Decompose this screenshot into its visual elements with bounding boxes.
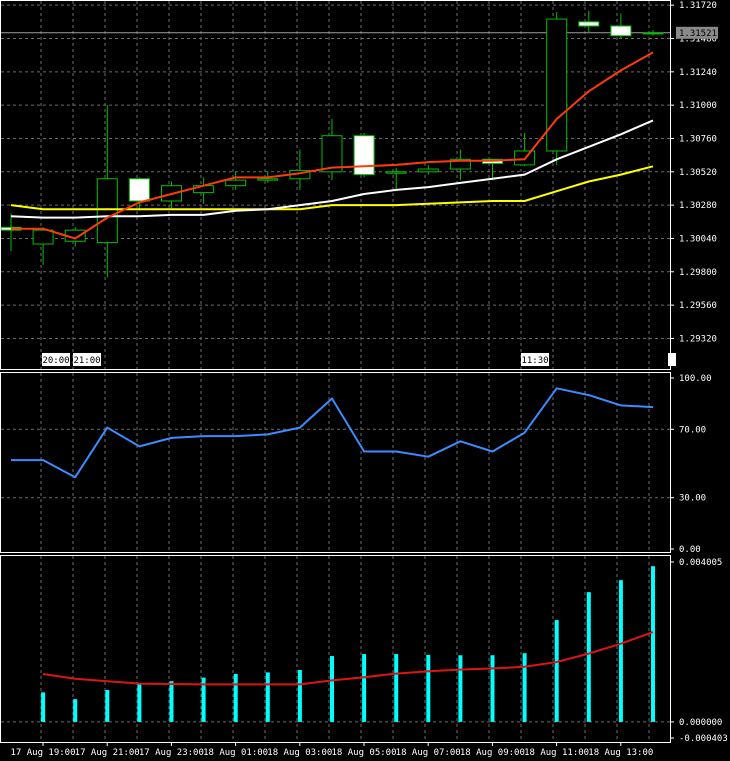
candle-up [225, 179, 247, 187]
time-tick-label: 18 Aug 11:00 [524, 748, 589, 758]
histogram-bar [137, 683, 142, 722]
price-tick-label: 1.29320 [679, 334, 717, 344]
oscillator-tick-label: 100.00 [679, 374, 712, 384]
price-tick-label: 1.31000 [679, 101, 717, 111]
histogram-bar [426, 654, 431, 722]
histogram-tick-label: 0.000000 [679, 718, 722, 728]
time-tick-label: 17 Aug 21:00 [75, 748, 140, 758]
time-tick-label: 17 Aug 23:00 [139, 748, 204, 758]
price-tick-label: 1.30040 [679, 234, 717, 244]
time-tick-label: 18 Aug 05:00 [331, 748, 396, 758]
price-tick-label: 1.29560 [679, 301, 717, 311]
candle-up [417, 168, 439, 173]
time-tick-label: 18 Aug 07:00 [396, 748, 461, 758]
oscillator-tick-label: 0.00 [679, 545, 701, 555]
price-tick-label: 1.30760 [679, 134, 717, 144]
histogram-bar [105, 689, 110, 722]
histogram-bar [169, 681, 174, 722]
time-marker-box [668, 353, 676, 366]
histogram-bar [265, 672, 270, 722]
histogram-bar [522, 653, 527, 722]
candle-up [546, 18, 568, 152]
time-tick-label: 18 Aug 03:00 [267, 748, 332, 758]
candle-up [32, 229, 54, 245]
histogram-bar [362, 654, 367, 722]
time-tick-label: 18 Aug 13:00 [588, 748, 653, 758]
histogram-bar [586, 592, 591, 722]
price-tick-label: 1.31720 [679, 1, 717, 11]
candle-up [385, 171, 407, 174]
price-tick-label: 1.31240 [679, 68, 717, 78]
time-tick-label: 18 Aug 09:00 [460, 748, 525, 758]
histogram-bar [490, 655, 495, 722]
oscillator-tick-label: 70.00 [679, 425, 706, 435]
candle-down [128, 178, 150, 202]
candle-down [353, 135, 375, 176]
candle-up [257, 178, 279, 181]
candle-down [578, 21, 600, 27]
price-tick-label: 1.30280 [679, 201, 717, 211]
histogram-tick-label: -0.000403 [679, 734, 728, 744]
histogram-bar [233, 673, 238, 722]
time-marker-label: 21:00 [73, 356, 100, 366]
candle-up [96, 178, 118, 244]
histogram-tick-label: 0.004005 [679, 558, 722, 568]
histogram-bar [618, 580, 623, 722]
time-marker-label: 11:30 [521, 356, 548, 366]
histogram-bar [458, 655, 463, 722]
time-tick-label: 18 Aug 01:00 [203, 748, 268, 758]
price-tick-label: 1.30520 [679, 168, 717, 178]
histogram-bar [41, 692, 46, 722]
histogram-bar [394, 654, 399, 722]
time-tick-label: 17 Aug 19:00 [10, 748, 75, 758]
price-tick-label: 1.29800 [679, 268, 717, 278]
candle-down [610, 25, 632, 37]
histogram-bar [73, 699, 78, 722]
histogram-bar [297, 670, 302, 722]
histogram-bar [554, 620, 559, 722]
histogram-bar [330, 656, 334, 722]
candle-up [642, 32, 664, 35]
current-price-label: 1.31521 [679, 29, 717, 39]
oscillator-tick-label: 30.00 [679, 494, 706, 504]
time-marker-label: 20:00 [42, 356, 69, 366]
histogram-bar [651, 566, 655, 722]
chart-canvas: 20:00 21:00 11:30 1.317201.314801.312401.3… [0, 0, 730, 761]
